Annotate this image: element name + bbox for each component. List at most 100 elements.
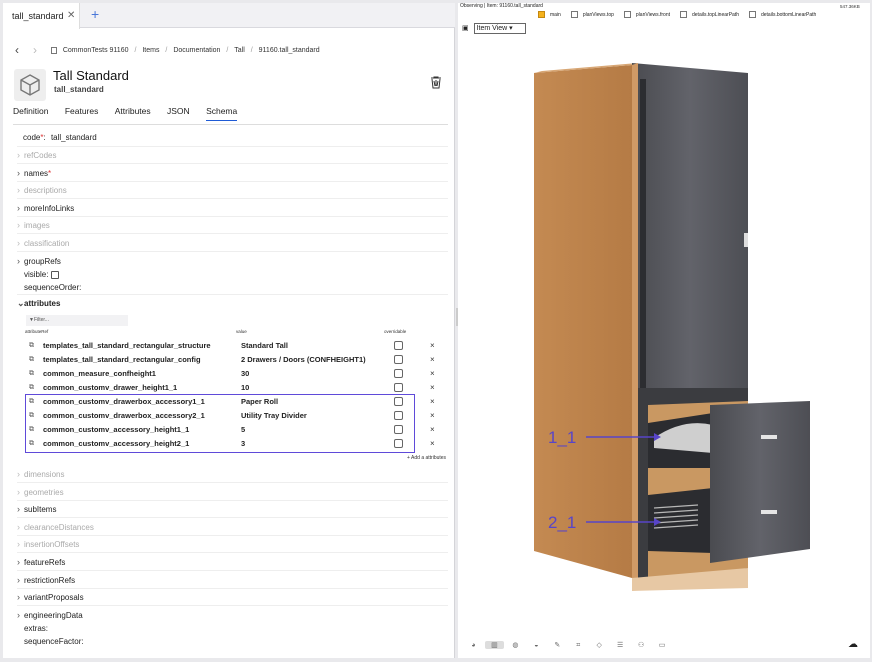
layer-checkbox[interactable] — [570, 11, 578, 18]
breadcrumb-item-items[interactable]: Items — [142, 47, 159, 54]
chevron-right-icon: › — [17, 185, 20, 195]
layer-toggle-2[interactable]: planViews.front — [623, 11, 675, 18]
tab-close-icon[interactable]: ✕ — [67, 3, 75, 29]
filter-placeholder: Filter... — [33, 317, 49, 323]
attribute-row[interactable]: ⧉ templates_tall_standard_rectangular_str… — [25, 339, 445, 353]
breadcrumb-item-tall[interactable]: Tall — [234, 47, 245, 54]
tab-tall-standard[interactable]: tall_standard ✕ — [3, 3, 80, 29]
prop-refcodes[interactable]: › refCodes — [17, 149, 56, 161]
3d-cabinet-view[interactable]: 1_1 2_1 — [458, 43, 870, 603]
attribute-value[interactable]: 2 Drawers / Doors (CONFHEIGHT1) — [241, 353, 366, 367]
remove-attribute-icon[interactable]: × — [430, 353, 435, 367]
palette-icon[interactable]: ◕ — [464, 642, 483, 649]
prop-clearancedistances[interactable]: › clearanceDistances — [17, 521, 94, 533]
attribute-row[interactable]: ⧉ templates_tall_standard_rectangular_con… — [25, 353, 445, 367]
code-value[interactable]: tall_standard — [51, 133, 97, 142]
prop-names[interactable]: › names* — [17, 167, 51, 179]
overridable-checkbox[interactable] — [394, 383, 403, 392]
breadcrumb-separator: / — [165, 46, 168, 54]
prop-images[interactable]: › images — [17, 219, 50, 231]
breadcrumb-item-project[interactable]: CommonTests 91160 — [63, 47, 129, 54]
layer-checkbox[interactable] — [680, 11, 687, 18]
prop-geometries[interactable]: › geometries — [17, 486, 64, 498]
tab-schema[interactable]: Schema — [206, 106, 238, 121]
visible-checkbox[interactable] — [50, 270, 59, 279]
external-link-icon[interactable]: ⧉ — [29, 339, 34, 353]
tab-attributes[interactable]: Attributes — [115, 106, 151, 120]
forward-arrow-icon[interactable]: › — [33, 43, 37, 57]
attribute-value[interactable]: Standard Tall — [241, 339, 288, 353]
attribute-value[interactable]: 30 — [241, 367, 249, 381]
node-icon[interactable]: ◇ — [590, 641, 609, 649]
overridable-checkbox[interactable] — [394, 355, 403, 364]
camera-icon: ▣ — [462, 25, 469, 32]
prop-extras: extras: — [24, 624, 49, 633]
breadcrumb-separator: / — [226, 46, 229, 54]
attribute-ref[interactable]: common_customv_drawer_height1_1 — [43, 381, 177, 395]
filter-input[interactable]: ▼Filter... — [26, 315, 128, 326]
add-attribute-button[interactable]: + Add a attributes — [407, 455, 446, 461]
prop-variantproposals[interactable]: › variantProposals — [17, 591, 84, 603]
attribute-value[interactable]: 10 — [241, 381, 249, 395]
attribute-row[interactable]: ⧉ common_customv_drawer_height1_1 10 × — [25, 381, 445, 395]
layer-toggle-4[interactable]: details.bottomLinearPath — [748, 11, 821, 18]
brush-icon[interactable]: ✎ — [548, 641, 567, 649]
remove-attribute-icon[interactable]: × — [430, 367, 435, 381]
camera-icon[interactable]: ▭ — [653, 641, 672, 649]
prop-attributes[interactable]: ⌄attributes — [17, 297, 60, 309]
prop-insertionoffsets[interactable]: › insertionOffsets — [17, 538, 79, 550]
measure-icon[interactable]: ⌗ — [569, 642, 588, 650]
prop-label: classification — [24, 239, 70, 248]
view-select[interactable]: Item View ▾ — [473, 23, 526, 34]
attribute-ref[interactable]: common_measure_confheight1 — [43, 367, 156, 381]
box-icon[interactable]: ▥ — [484, 641, 504, 649]
external-link-icon[interactable]: ⧉ — [29, 353, 34, 367]
cabinet-door — [632, 63, 748, 408]
remove-attribute-icon[interactable]: × — [430, 395, 435, 409]
layer-toggles: main planViews.top planViews.front details.… — [538, 11, 826, 18]
prop-descriptions[interactable]: › descriptions — [17, 184, 67, 196]
attribute-ref[interactable]: templates_tall_standard_rectangular_conf… — [43, 353, 201, 367]
remove-attribute-icon[interactable]: × — [430, 423, 435, 437]
required-mark: * — [48, 169, 52, 178]
layer-checkbox[interactable] — [748, 11, 756, 18]
divider — [17, 588, 448, 589]
layers-icon[interactable]: ◒ — [527, 642, 546, 649]
divider — [13, 124, 448, 125]
attribute-row[interactable]: ⧉ common_measure_confheight1 30 × — [25, 367, 445, 381]
view-selector: ▣ Item View ▾ — [462, 23, 526, 34]
back-arrow-icon[interactable]: ‹ — [15, 43, 19, 57]
layer-checkbox[interactable] — [538, 11, 545, 18]
prop-moreinfolinks[interactable]: › moreInfoLinks — [17, 202, 74, 214]
remove-attribute-icon[interactable]: × — [430, 381, 435, 395]
external-link-icon[interactable]: ⧉ — [29, 367, 34, 381]
layer-toggle-3[interactable]: details.topLinearPath — [680, 11, 744, 18]
prop-grouprefs[interactable]: › groupRefs — [17, 255, 61, 267]
tab-features[interactable]: Features — [65, 106, 99, 120]
external-link-icon[interactable]: ⧉ — [29, 381, 34, 395]
tab-json[interactable]: JSON — [167, 106, 190, 120]
layer-toggle-1[interactable]: planViews.top — [570, 11, 619, 18]
trash-icon[interactable] — [430, 76, 442, 94]
prop-restrictionrefs[interactable]: › restrictionRefs — [17, 574, 75, 586]
attribute-ref[interactable]: templates_tall_standard_rectangular_stru… — [43, 339, 211, 353]
prop-classification[interactable]: › classification — [17, 237, 69, 249]
cube-icon[interactable]: ◍ — [506, 641, 525, 649]
tab-definition[interactable]: Definition — [13, 106, 48, 120]
prop-subitems[interactable]: › subItems — [17, 503, 56, 515]
grid-icon[interactable]: ☰ — [611, 641, 630, 649]
layer-checkbox[interactable] — [623, 11, 631, 18]
prop-dimensions[interactable]: › dimensions — [17, 468, 64, 480]
breadcrumb-item-documentation[interactable]: Documentation — [173, 47, 220, 54]
prop-featurerefs[interactable]: › featureRefs — [17, 556, 65, 568]
overridable-checkbox[interactable] — [394, 369, 403, 378]
remove-attribute-icon[interactable]: × — [430, 409, 435, 423]
robot-icon[interactable]: ⚇ — [632, 641, 651, 649]
layer-toggle-0[interactable]: main — [538, 11, 566, 18]
overridable-checkbox[interactable] — [394, 341, 403, 350]
prop-engineeringdata[interactable]: › engineeringData — [17, 609, 83, 621]
add-tab-icon[interactable]: + — [91, 6, 99, 22]
remove-attribute-icon[interactable]: × — [430, 437, 435, 451]
cloud-download-icon[interactable]: ☁ — [848, 639, 858, 650]
remove-attribute-icon[interactable]: × — [430, 339, 435, 353]
